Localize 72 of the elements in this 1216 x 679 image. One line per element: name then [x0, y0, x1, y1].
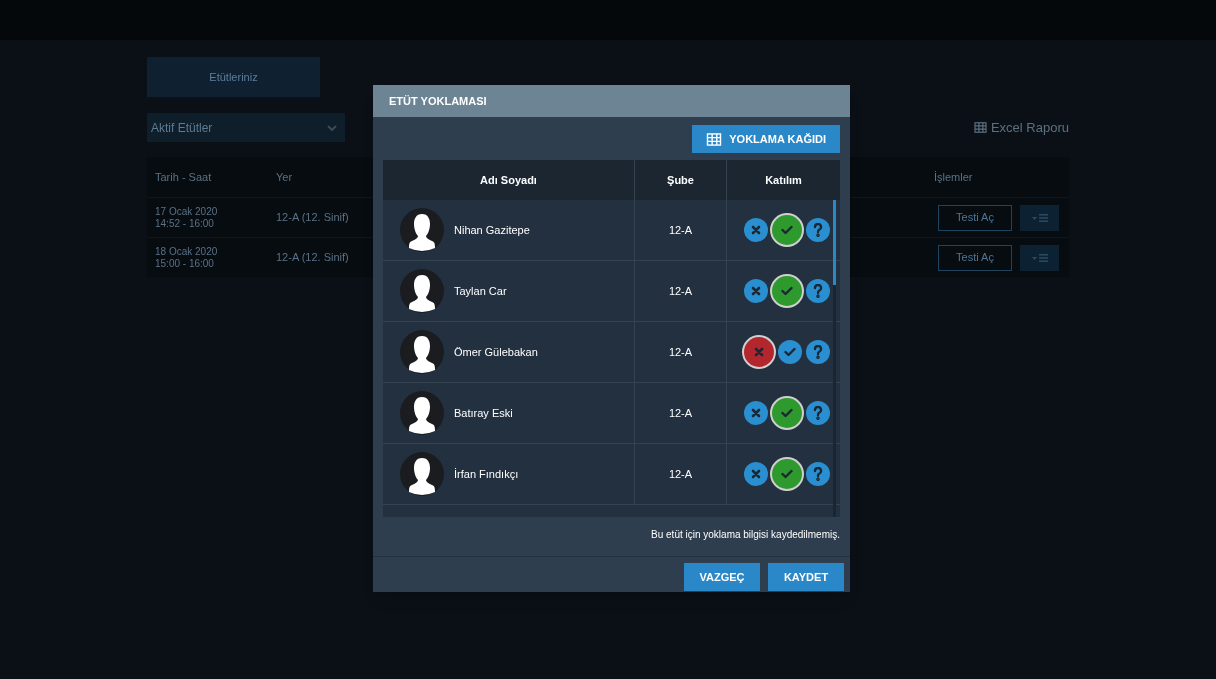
avatar-icon: [400, 330, 444, 374]
status-note: Bu etüt için yoklama bilgisi kaydedilmemiş.: [651, 528, 840, 542]
student-name: Batıray Eski: [454, 405, 513, 421]
unknown-toggle[interactable]: [805, 340, 830, 364]
attendance-sheet-button[interactable]: YOKLAMA KAĞIDI: [692, 125, 840, 153]
table-cell-text: 12-A (12. Sinif): [275, 210, 350, 226]
x-icon: [750, 408, 761, 418]
chevron-icon: [327, 124, 337, 131]
open-test-button[interactable]: Testi Aç: [938, 204, 1012, 231]
absent-toggle[interactable]: [743, 401, 768, 425]
table-cell: 12-A: [635, 383, 727, 443]
question-icon: [812, 467, 823, 481]
student-name: İrfan Fındıkçı: [454, 466, 519, 482]
present-toggle[interactable]: [771, 398, 802, 428]
unknown-toggle[interactable]: [805, 401, 830, 425]
question-icon: [812, 406, 823, 420]
unknown-toggle[interactable]: [805, 462, 830, 486]
open-test-button[interactable]: Testi Aç: [938, 244, 1012, 271]
time-text: 15:00 - 16:00: [155, 257, 215, 270]
absent-toggle[interactable]: [743, 337, 774, 367]
filter-select[interactable]: Aktif Etütler: [147, 113, 345, 142]
table-cell: 12-A: [635, 322, 727, 382]
unknown-toggle[interactable]: [805, 218, 830, 242]
avatar-icon: [400, 391, 444, 435]
unknown-toggle[interactable]: [805, 279, 830, 303]
excel-report-button[interactable]: Excel Raporu: [973, 117, 1069, 138]
x-icon: [750, 286, 761, 296]
table-cell: 12-A: [635, 261, 727, 321]
check-icon: [780, 286, 793, 296]
present-toggle[interactable]: [777, 340, 802, 364]
present-toggle[interactable]: [771, 215, 802, 245]
check-icon: [780, 469, 793, 479]
x-icon: [750, 225, 761, 235]
table-icon: [706, 132, 723, 146]
absent-toggle[interactable]: [743, 279, 768, 303]
avatar-icon: [400, 269, 444, 313]
dialog-title: ETÜT YOKLAMASI: [389, 93, 487, 109]
column-header: Yer: [275, 169, 294, 185]
check-icon: [780, 408, 793, 418]
column-header: İşlemler: [933, 169, 974, 185]
absent-toggle[interactable]: [743, 462, 768, 486]
x-icon: [753, 347, 764, 357]
dialog-button[interactable]: KAYDET: [768, 563, 844, 591]
date-text: 18 Ocak 2020: [155, 245, 219, 258]
check-icon: [783, 347, 796, 357]
question-icon: [812, 345, 823, 359]
question-icon: [812, 284, 823, 298]
column-header: Katılım: [764, 172, 803, 188]
present-toggle[interactable]: [771, 459, 802, 489]
date-text: 17 Ocak 2020: [155, 205, 219, 218]
absent-toggle[interactable]: [743, 218, 768, 242]
time-text: 14:52 - 16:00: [155, 217, 215, 230]
menu-icon: [1031, 253, 1048, 262]
column-header: Tarih - Saat: [154, 169, 213, 185]
student-name: Nihan Gazitepe: [454, 222, 530, 238]
column-header: Şube: [635, 160, 727, 200]
table-cell: 12-A: [635, 444, 727, 504]
present-toggle[interactable]: [771, 276, 802, 306]
question-icon: [812, 223, 823, 237]
tab[interactable]: Etütleriniz: [147, 57, 320, 97]
student-name: Ömer Gülebakan: [454, 344, 538, 360]
student-name: Taylan Car: [454, 283, 507, 299]
table-icon: [973, 122, 987, 133]
x-icon: [750, 469, 761, 479]
avatar-icon: [400, 452, 444, 496]
table-cell-text: 12-A (12. Sinif): [275, 250, 350, 266]
column-header: Adı Soyadı: [383, 160, 635, 200]
menu-icon: [1031, 213, 1048, 222]
avatar-icon: [400, 208, 444, 252]
table-cell: 12-A: [635, 200, 727, 260]
check-icon: [780, 225, 793, 235]
dialog-button[interactable]: VAZGEÇ: [684, 563, 760, 591]
